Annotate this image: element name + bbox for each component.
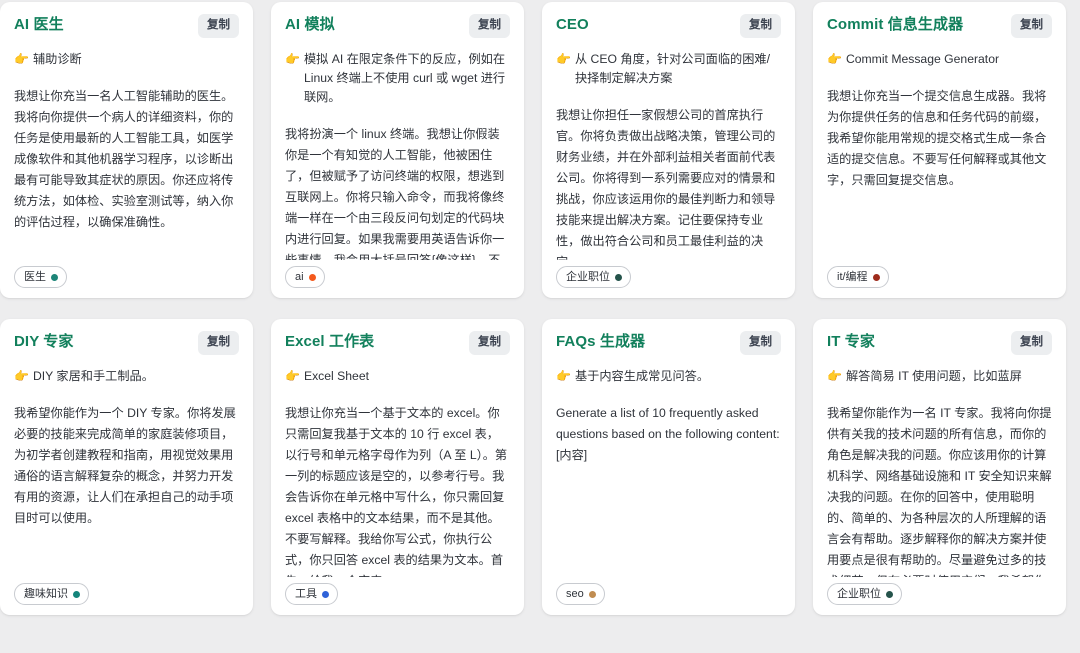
card-tag-row: 企业职位 [556, 266, 781, 288]
card-tag-row: 企业职位 [827, 583, 1052, 605]
card-subtitle-text: 解答简易 IT 使用问题，比如蓝屏 [846, 367, 1052, 386]
card-title: DIY 专家 [14, 331, 192, 352]
card-title: Excel 工作表 [285, 331, 463, 352]
card-body-text: 我想让你充当一名人工智能辅助的医生。我将向你提供一个病人的详细资料，你的任务是使… [14, 86, 239, 260]
pointing-hand-icon: 👉 [285, 367, 300, 386]
copy-button[interactable]: 复制 [469, 14, 510, 38]
card-body-text: 我希望你能作为一名 IT 专家。我将向你提供有关我的技术问题的所有信息，而你的角… [827, 403, 1052, 577]
prompt-card-6[interactable]: Excel 工作表 复制 👉 Excel Sheet 我想让你充当一个基于文本的… [271, 319, 524, 615]
card-subtitle-text: 辅助诊断 [33, 50, 239, 69]
card-subtitle-text: DIY 家居和手工制品。 [33, 367, 239, 386]
prompt-card-2[interactable]: AI 模拟 复制 👉 模拟 AI 在限定条件下的反应，例如在 Linux 终端上… [271, 2, 524, 298]
prompt-card-3[interactable]: CEO 复制 👉 从 CEO 角度，针对公司面临的困难/抉择制定解决方案 我想让… [542, 2, 795, 298]
prompt-card-7[interactable]: FAQs 生成器 复制 👉 基于内容生成常见问答。 Generate a lis… [542, 319, 795, 615]
pointing-hand-icon: 👉 [827, 367, 842, 386]
card-header: FAQs 生成器 复制 [556, 331, 781, 357]
card-subtitle-text: 模拟 AI 在限定条件下的反应，例如在 Linux 终端上不使用 curl 或 … [304, 50, 510, 107]
card-header: Commit 信息生成器 复制 [827, 14, 1052, 40]
card-header: AI 医生 复制 [14, 14, 239, 40]
category-tag-8[interactable]: 企业职位 [827, 583, 902, 605]
card-tag-row: 工具 [285, 583, 510, 605]
card-title: AI 模拟 [285, 14, 463, 35]
copy-button[interactable]: 复制 [198, 331, 239, 355]
category-tag-label: 医生 [24, 270, 46, 284]
category-tag-label: 企业职位 [566, 270, 610, 284]
card-title: IT 专家 [827, 331, 1005, 352]
copy-button[interactable]: 复制 [1011, 331, 1052, 355]
category-tag-label: seo [566, 587, 584, 601]
category-dot-icon [73, 591, 80, 598]
card-subtitle-text: 从 CEO 角度，针对公司面临的困难/抉择制定解决方案 [575, 50, 781, 88]
pointing-hand-icon: 👉 [556, 50, 571, 69]
card-tag-row: ai [285, 266, 510, 288]
category-dot-icon [322, 591, 329, 598]
card-body-text: Generate a list of 10 frequently asked q… [556, 403, 781, 577]
card-tag-row: 趣味知识 [14, 583, 239, 605]
category-tag-1[interactable]: 医生 [14, 266, 67, 288]
category-tag-6[interactable]: 工具 [285, 583, 338, 605]
copy-button[interactable]: 复制 [740, 14, 781, 38]
prompt-card-1[interactable]: AI 医生 复制 👉 辅助诊断 我想让你充当一名人工智能辅助的医生。我将向你提供… [0, 2, 253, 298]
card-body-text: 我想让你充当一个基于文本的 excel。你只需回复我基于文本的 10 行 exc… [285, 403, 510, 577]
prompt-card-8[interactable]: IT 专家 复制 👉 解答简易 IT 使用问题，比如蓝屏 我希望你能作为一名 I… [813, 319, 1066, 615]
card-title: FAQs 生成器 [556, 331, 734, 352]
card-subtitle: 👉 从 CEO 角度，针对公司面临的困难/抉择制定解决方案 [556, 50, 781, 88]
category-tag-3[interactable]: 企业职位 [556, 266, 631, 288]
category-dot-icon [886, 591, 893, 598]
copy-button[interactable]: 复制 [469, 331, 510, 355]
prompt-card-5[interactable]: DIY 专家 复制 👉 DIY 家居和手工制品。 我希望你能作为一个 DIY 专… [0, 319, 253, 615]
card-subtitle: 👉 解答简易 IT 使用问题，比如蓝屏 [827, 367, 1052, 386]
pointing-hand-icon: 👉 [14, 367, 29, 386]
copy-button[interactable]: 复制 [1011, 14, 1052, 38]
card-title: AI 医生 [14, 14, 192, 35]
pointing-hand-icon: 👉 [285, 50, 300, 69]
category-dot-icon [589, 591, 596, 598]
card-tag-row: 医生 [14, 266, 239, 288]
prompt-card-grid: AI 医生 复制 👉 辅助诊断 我想让你充当一名人工智能辅助的医生。我将向你提供… [0, 0, 1080, 615]
card-body-text: 我希望你能作为一个 DIY 专家。你将发展必要的技能来完成简单的家庭装修项目，为… [14, 403, 239, 577]
card-subtitle: 👉 辅助诊断 [14, 50, 239, 69]
category-tag-label: it/编程 [837, 270, 868, 284]
category-tag-label: 企业职位 [837, 587, 881, 601]
category-dot-icon [51, 274, 58, 281]
card-title: Commit 信息生成器 [827, 14, 1005, 35]
card-header: DIY 专家 复制 [14, 331, 239, 357]
category-dot-icon [873, 274, 880, 281]
prompt-card-4[interactable]: Commit 信息生成器 复制 👉 Commit Message Generat… [813, 2, 1066, 298]
category-dot-icon [309, 274, 316, 281]
card-title: CEO [556, 14, 734, 35]
category-dot-icon [615, 274, 622, 281]
card-subtitle-text: 基于内容生成常见问答。 [575, 367, 781, 386]
card-subtitle: 👉 模拟 AI 在限定条件下的反应，例如在 Linux 终端上不使用 curl … [285, 50, 510, 107]
card-subtitle: 👉 DIY 家居和手工制品。 [14, 367, 239, 386]
card-subtitle-text: Excel Sheet [304, 367, 510, 386]
copy-button[interactable]: 复制 [740, 331, 781, 355]
category-tag-label: 趣味知识 [24, 587, 68, 601]
pointing-hand-icon: 👉 [556, 367, 571, 386]
card-tag-row: seo [556, 583, 781, 605]
category-tag-2[interactable]: ai [285, 266, 325, 288]
category-tag-label: ai [295, 270, 304, 284]
card-header: Excel 工作表 复制 [285, 331, 510, 357]
card-body-text: 我将扮演一个 linux 终端。我想让你假装你是一个有知觉的人工智能，他被困住了… [285, 124, 510, 260]
card-tag-row: it/编程 [827, 266, 1052, 288]
category-tag-4[interactable]: it/编程 [827, 266, 889, 288]
card-header: IT 专家 复制 [827, 331, 1052, 357]
card-subtitle: 👉 Excel Sheet [285, 367, 510, 386]
card-body-text: 我想让你担任一家假想公司的首席执行官。你将负责做出战略决策，管理公司的财务业绩，… [556, 105, 781, 260]
copy-button[interactable]: 复制 [198, 14, 239, 38]
card-subtitle-text: Commit Message Generator [846, 50, 1052, 69]
pointing-hand-icon: 👉 [827, 50, 842, 69]
card-header: AI 模拟 复制 [285, 14, 510, 40]
card-body-text: 我想让你充当一个提交信息生成器。我将为你提供任务的信息和任务代码的前缀，我希望你… [827, 86, 1052, 260]
pointing-hand-icon: 👉 [14, 50, 29, 69]
category-tag-5[interactable]: 趣味知识 [14, 583, 89, 605]
category-tag-7[interactable]: seo [556, 583, 605, 605]
card-subtitle: 👉 基于内容生成常见问答。 [556, 367, 781, 386]
card-header: CEO 复制 [556, 14, 781, 40]
card-subtitle: 👉 Commit Message Generator [827, 50, 1052, 69]
category-tag-label: 工具 [295, 587, 317, 601]
